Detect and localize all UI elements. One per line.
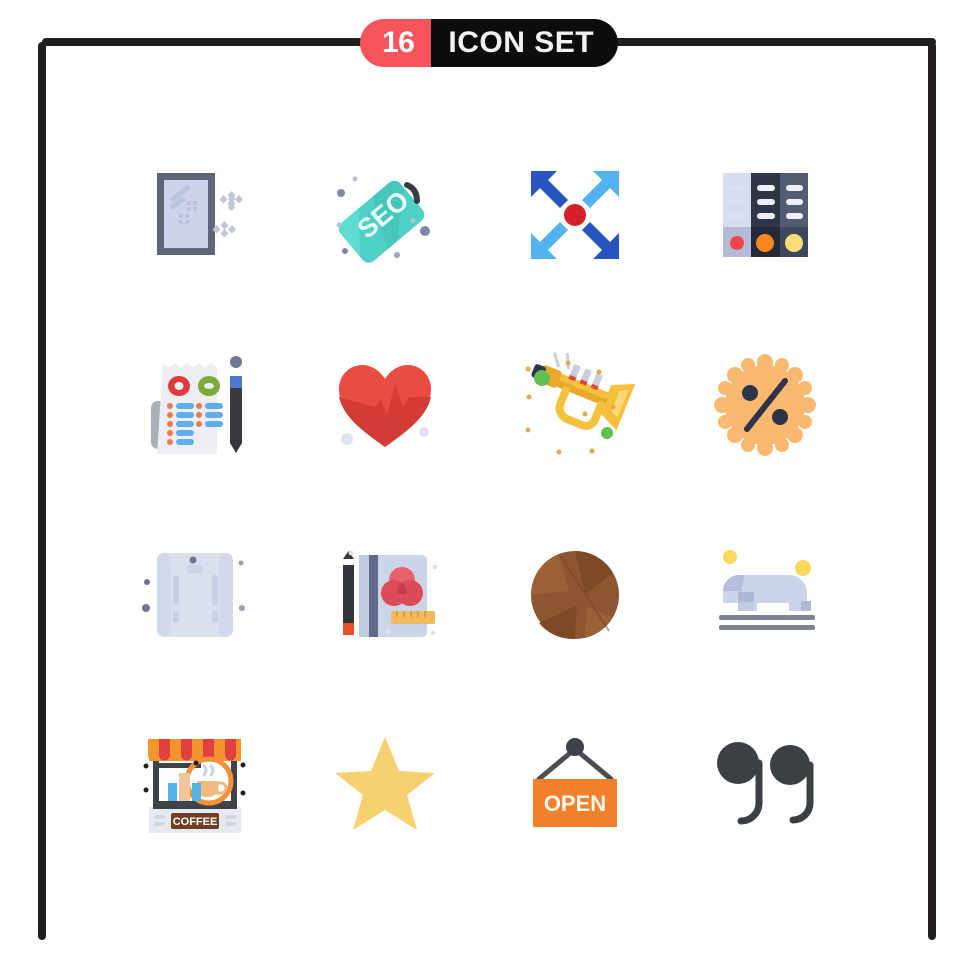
- window-cleaning-icon: [157, 173, 243, 255]
- icon-cell-discount-badge[interactable]: [670, 310, 860, 500]
- icon-cell-star[interactable]: [290, 690, 480, 880]
- icon-cell-window-cleaning[interactable]: [100, 120, 290, 310]
- open-sign-text: OPEN: [544, 791, 606, 816]
- open-sign-icon: OPEN: [533, 738, 617, 827]
- icon-set-title: ICON SET: [431, 19, 619, 67]
- coffee-stand-icon: COFFEE: [143, 739, 246, 833]
- icon-set-canvas: 16 ICON SET SEO COFFEE OPEN: [0, 0, 979, 980]
- icon-cell-basketball[interactable]: [480, 500, 670, 690]
- converge-arrows-icon: [531, 171, 619, 259]
- icon-cell-survey-checklist[interactable]: [100, 310, 290, 500]
- icon-grid: SEO COFFEE OPEN: [100, 120, 890, 880]
- icon-cell-coffee-stand[interactable]: COFFEE: [100, 690, 290, 880]
- icon-cell-seo-tag[interactable]: SEO: [290, 120, 480, 310]
- icon-set-badge: 16 ICON SET: [360, 19, 619, 67]
- icon-cell-open-sign[interactable]: OPEN: [480, 690, 670, 880]
- icon-cell-quotation-mark[interactable]: [670, 690, 860, 880]
- discount-badge-icon: [714, 354, 816, 456]
- crawling-baby-icon: [719, 550, 815, 630]
- icon-cell-sketchbook[interactable]: [290, 500, 480, 690]
- icon-count-label: 16: [360, 19, 432, 67]
- scroll-manuscript-icon: [142, 553, 245, 637]
- icon-cell-trumpet[interactable]: [480, 310, 670, 500]
- icon-cell-binders-archive[interactable]: [670, 120, 860, 310]
- icon-cell-scroll-manuscript[interactable]: [100, 500, 290, 690]
- heartbeat-icon: [339, 365, 431, 447]
- frame-left-border: [38, 42, 46, 940]
- star-icon: [335, 737, 435, 830]
- seo-tag-icon: SEO: [336, 176, 430, 263]
- icon-cell-converge-arrows[interactable]: [480, 120, 670, 310]
- frame-right-border: [928, 42, 936, 940]
- quotation-mark-icon: [717, 742, 814, 825]
- trumpet-icon: [525, 352, 635, 455]
- sketchbook-icon: [343, 550, 438, 637]
- coffee-sign-text: COFFEE: [173, 816, 218, 828]
- icon-cell-crawling-baby[interactable]: [670, 500, 860, 690]
- survey-checklist-icon: [151, 356, 242, 454]
- icon-cell-heartbeat[interactable]: [290, 310, 480, 500]
- binders-archive-icon: [723, 173, 808, 257]
- basketball-icon: [531, 551, 619, 640]
